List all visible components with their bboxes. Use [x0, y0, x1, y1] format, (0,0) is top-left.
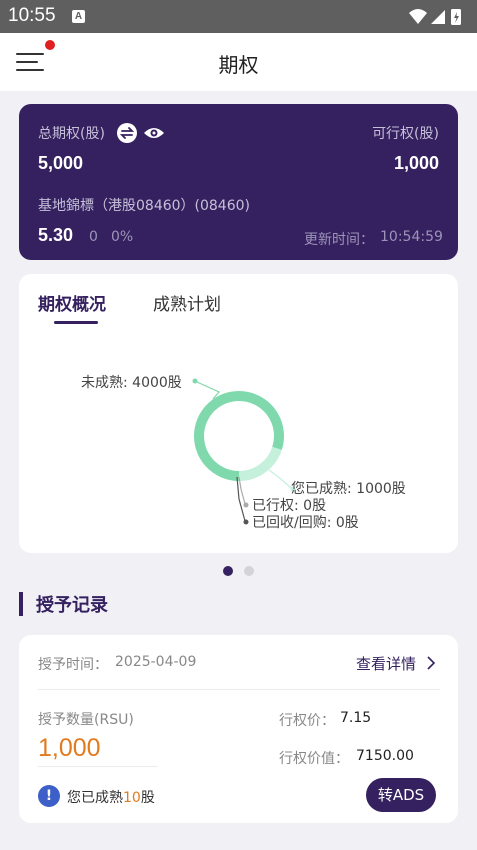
- strike-value-amount: 7150.00: [356, 748, 414, 764]
- pager-dot-active[interactable]: [223, 566, 233, 576]
- total-options-value: 5,000: [38, 153, 84, 173]
- pager-dot[interactable]: [244, 566, 254, 576]
- page-title: 期权: [218, 53, 259, 77]
- chart-label-unvested: 未成熟: 4000股: [81, 375, 182, 391]
- options-overview-card: 期权概况 成熟计划 未成熟: 4000股 您已成熟: 1000股 已行权: 0股…: [19, 274, 458, 553]
- swap-icon[interactable]: [117, 123, 137, 143]
- leader-dot-2: [243, 502, 249, 508]
- vested-note-prefix: 您已成熟: [67, 790, 123, 806]
- divider: [38, 689, 440, 690]
- price-change: 0: [89, 229, 98, 245]
- vested-note-count: 10: [123, 790, 141, 806]
- section-title: 授予记录: [36, 595, 108, 616]
- stock-price: 5.30: [38, 225, 74, 245]
- chart-label-reclaimed: 已回收/回购: 0股: [252, 515, 359, 531]
- stock-name: 基地錦標（港股08460）(08460): [38, 198, 250, 214]
- info-icon: !: [38, 785, 60, 807]
- exercisable-value: 1,000: [393, 153, 439, 173]
- notification-a-icon: A: [72, 10, 85, 23]
- strike-price-value: 7.15: [340, 710, 372, 726]
- options-summary-card: 总期权(股) 5,000 可行权(股) 1,000 基地錦標（港股08460）(…: [19, 104, 458, 260]
- section-accent-bar: [19, 592, 23, 616]
- total-options-label: 总期权(股): [38, 126, 105, 142]
- system-status-icons: [409, 9, 461, 25]
- leader-dot-0: [192, 378, 198, 384]
- status-time: 10:55: [8, 5, 56, 26]
- update-time: 10:54:59: [380, 229, 443, 245]
- grant-quantity-label: 授予数量(RSU): [38, 712, 134, 728]
- price-change-percent: 0%: [111, 229, 134, 245]
- eye-icon[interactable]: [143, 124, 165, 146]
- quantity-underline: [38, 766, 158, 767]
- strike-price-label: 行权价：: [279, 713, 335, 729]
- grant-quantity-value: 1,000: [38, 734, 101, 762]
- cell-signal-icon: [431, 10, 445, 24]
- app-bar: 期权: [0, 33, 477, 91]
- vested-note: 您已成熟10股: [67, 787, 155, 807]
- view-details-link[interactable]: 查看详情: [356, 653, 416, 674]
- vesting-donut-chart: [192, 378, 296, 525]
- grant-record-card: 授予时间： 2025-04-09 查看详情 授予数量(RSU) 1,000 行权…: [19, 635, 458, 823]
- wifi-icon: [409, 9, 427, 24]
- grant-time-label: 授予时间：: [38, 657, 108, 673]
- vested-note-suffix: 股: [140, 790, 155, 806]
- strike-value-label: 行权价值：: [279, 751, 349, 767]
- convert-ads-button[interactable]: 转ADS: [366, 778, 436, 812]
- leader-line-0: [196, 381, 220, 400]
- chevron-right-icon[interactable]: [426, 655, 436, 675]
- status-bar: 10:55 A: [0, 0, 477, 33]
- exercisable-label: 可行权(股): [372, 126, 439, 142]
- carousel-pager: [0, 566, 477, 576]
- grant-time: 2025-04-09: [115, 654, 197, 670]
- leader-line-1: [268, 469, 292, 489]
- update-time-label: 更新时间：: [304, 232, 374, 248]
- leader-dot-3: [243, 519, 249, 525]
- leader-line-2: [238, 476, 246, 505]
